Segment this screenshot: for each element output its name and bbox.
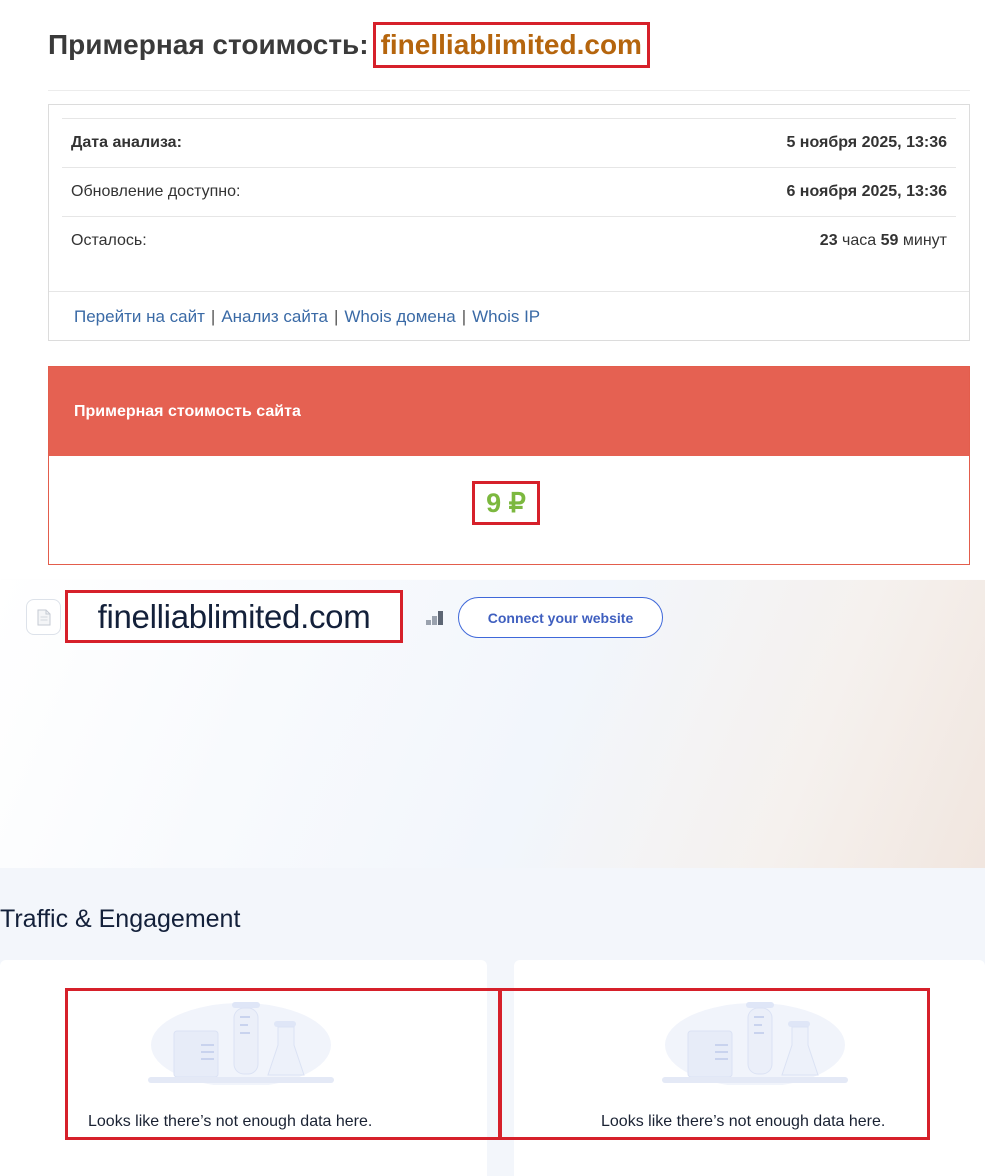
analysis-info-card: Дата анализа: 5 ноября 2025, 13:36 Обнов…: [48, 104, 970, 341]
analysis-date-label: Дата анализа:: [71, 134, 182, 151]
page-title: Примерная стоимость:: [48, 29, 369, 60]
link-go-to-site[interactable]: Перейти на сайт: [74, 307, 205, 327]
link-separator: |: [333, 306, 339, 326]
title-domain-highlight: finelliablimited.com: [372, 22, 650, 68]
title-domain: finelliablimited.com: [380, 29, 642, 60]
analysis-date-value: 5 ноября 2025, 13:36: [786, 134, 947, 151]
price-value-highlight: 9 ₽: [472, 481, 540, 525]
site-domain-highlight: finelliablimited.com: [65, 590, 403, 643]
remaining-hours-unit: часа: [842, 232, 877, 249]
title-divider: [48, 90, 970, 91]
remaining-minutes: 59: [880, 232, 899, 249]
connect-website-button[interactable]: Connect your website: [458, 597, 663, 638]
link-site-analysis[interactable]: Анализ сайта: [221, 307, 328, 327]
remaining-row: Осталось: 23 часа 59 минут: [62, 216, 956, 265]
link-separator: |: [461, 306, 467, 326]
update-available-row: Обновление доступно: 6 ноября 2025, 13:3…: [62, 167, 956, 216]
link-whois-ip[interactable]: Whois IP: [472, 307, 540, 327]
price-card: Примерная стоимость сайта 9 ₽: [48, 366, 970, 565]
site-domain: finelliablimited.com: [97, 597, 371, 635]
update-available-label: Обновление доступно:: [71, 183, 241, 200]
link-whois-domain[interactable]: Whois домена: [344, 307, 455, 327]
remaining-hours: 23: [819, 232, 838, 249]
analysis-date-row: Дата анализа: 5 ноября 2025, 13:36: [62, 118, 956, 167]
remaining-value: 23 часа 59 минут: [820, 232, 947, 250]
link-separator: |: [210, 306, 216, 326]
page-icon: [26, 599, 61, 635]
site-links: Перейти на сайт | Анализ сайта | Whois д…: [49, 291, 969, 341]
remaining-label: Осталось:: [71, 232, 147, 249]
price-card-header: Примерная стоимость сайта: [49, 367, 969, 456]
remaining-minutes-unit: минут: [902, 232, 947, 249]
empty-data-highlight-left: [65, 988, 502, 1140]
bar-chart-icon: [426, 611, 443, 625]
price-value: 9 ₽: [486, 487, 526, 518]
page-title-row: Примерная стоимость: finelliablimited.co…: [48, 22, 650, 68]
empty-data-highlight-right: [498, 988, 930, 1140]
update-available-value: 6 ноября 2025, 13:36: [786, 183, 947, 200]
traffic-section-title: Traffic & Engagement: [0, 905, 241, 933]
